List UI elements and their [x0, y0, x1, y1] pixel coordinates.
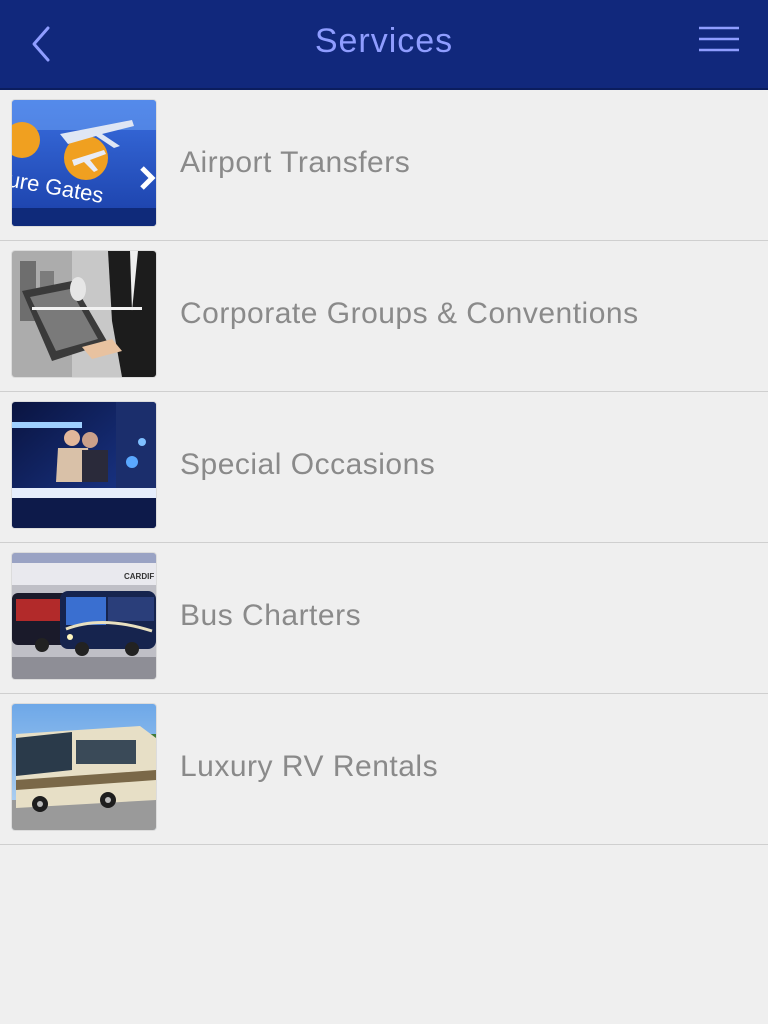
limo-party-thumbnail: [12, 402, 156, 528]
top-navigation-bar: Services: [0, 0, 768, 90]
menu-button[interactable]: [698, 24, 740, 56]
page-title: Services: [314, 22, 454, 60]
service-label: Luxury RV Rentals: [180, 750, 439, 783]
service-label: Special Occasions: [180, 448, 436, 481]
service-item-bus-charters[interactable]: CARDIF Bus Charters: [0, 543, 768, 694]
hamburger-menu-icon: [699, 26, 739, 52]
service-item-luxury-rv-rentals[interactable]: Luxury RV Rentals: [0, 694, 768, 845]
services-list: ure Gates Airport Transfers Corporate Gr…: [0, 90, 768, 845]
airport-departure-gates-thumbnail: ure Gates: [12, 100, 156, 226]
service-label: Corporate Groups & Conventions: [180, 297, 639, 330]
service-item-special-occasions[interactable]: Special Occasions: [0, 392, 768, 543]
service-item-airport-transfers[interactable]: ure Gates Airport Transfers: [0, 90, 768, 241]
business-laptop-thumbnail: [12, 251, 156, 377]
service-label: Bus Charters: [180, 599, 362, 632]
service-item-corporate-groups[interactable]: Corporate Groups & Conventions: [0, 241, 768, 392]
party-bus-thumbnail: CARDIF: [12, 553, 156, 679]
luxury-rv-thumbnail: [12, 704, 156, 830]
sign-text: CARDIF: [124, 572, 154, 581]
service-label: Airport Transfers: [180, 146, 411, 179]
